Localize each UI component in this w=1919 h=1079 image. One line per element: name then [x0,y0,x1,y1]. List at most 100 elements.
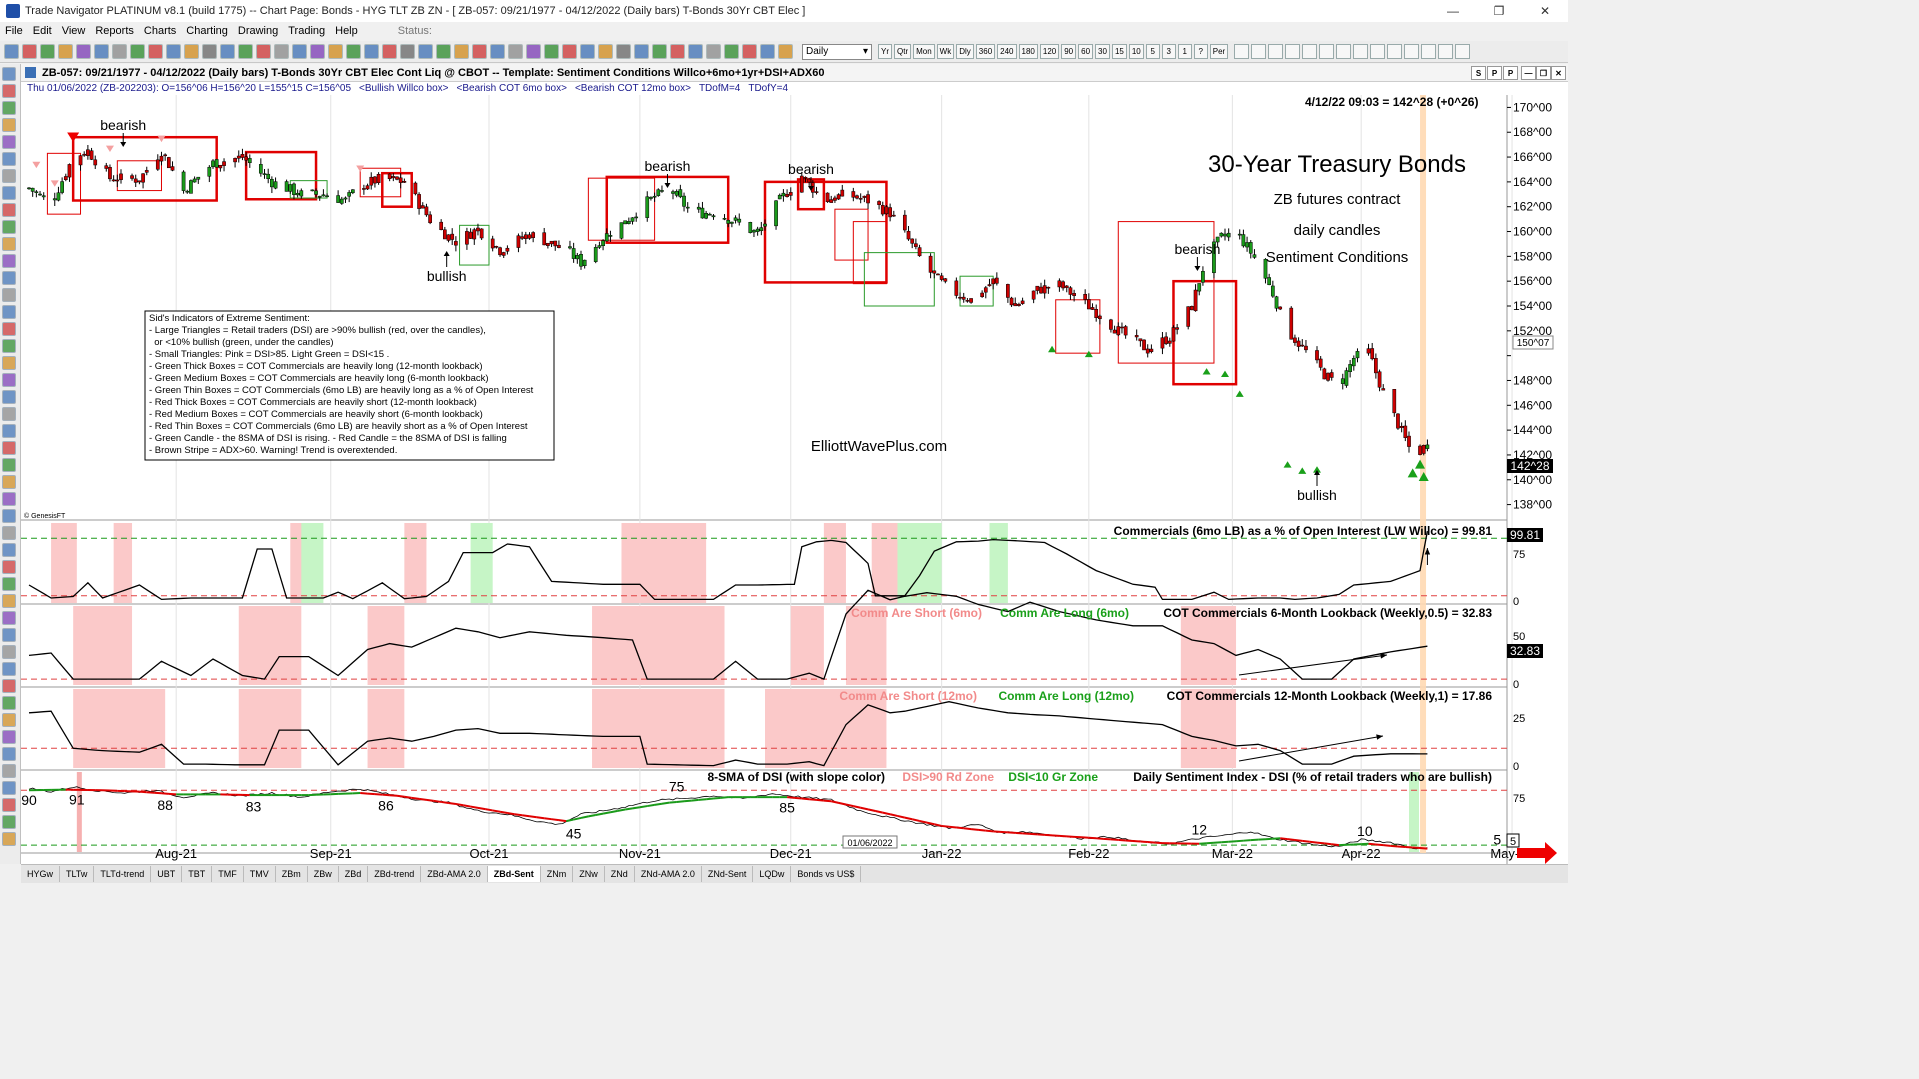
drawing-tool-icon[interactable] [2,288,16,302]
tab-zbd-trend[interactable]: ZBd-trend [368,866,422,882]
drawing-shortcut-icon[interactable] [1302,44,1318,59]
drawing-tool-icon[interactable] [2,135,16,149]
drawing-tool-icon[interactable] [2,543,16,557]
chart-close-button[interactable]: ✕ [1551,66,1566,80]
tab-tltw[interactable]: TLTw [60,866,95,882]
toolbar-tool-icon[interactable] [652,44,667,59]
drawing-shortcut-icon[interactable] [1268,44,1284,59]
drawing-tool-icon[interactable] [2,407,16,421]
drawing-tool-icon[interactable] [2,492,16,506]
drawing-tool-icon[interactable] [2,815,16,829]
toolbar-tool-icon[interactable] [94,44,109,59]
toolbar-tool-icon[interactable] [76,44,91,59]
tab-zbm[interactable]: ZBm [276,866,308,882]
drawing-tool-icon[interactable] [2,220,16,234]
toolbar-tool-icon[interactable] [724,44,739,59]
period-button[interactable]: 1 [1177,44,1192,59]
toolbar-tool-icon[interactable] [130,44,145,59]
toolbar-tool-icon[interactable] [184,44,199,59]
period-button[interactable]: 30 [1095,44,1110,59]
toolbar-tool-icon[interactable] [364,44,379,59]
drawing-tool-icon[interactable] [2,203,16,217]
menu-charts[interactable]: Charts [139,25,181,37]
toolbar-tool-icon[interactable] [670,44,685,59]
toolbar-tool-icon[interactable] [562,44,577,59]
toolbar-tool-icon[interactable] [148,44,163,59]
toolbar-tool-icon[interactable] [58,44,73,59]
drawing-tool-icon[interactable] [2,509,16,523]
drawing-tool-icon[interactable] [2,118,16,132]
toolbar-tool-icon[interactable] [238,44,253,59]
drawing-tool-icon[interactable] [2,730,16,744]
drawing-shortcut-icon[interactable] [1387,44,1403,59]
drawing-tool-icon[interactable] [2,169,16,183]
toolbar-tool-icon[interactable] [202,44,217,59]
drawing-tool-icon[interactable] [2,645,16,659]
drawing-tool-icon[interactable] [2,577,16,591]
menu-drawing[interactable]: Drawing [233,25,283,37]
tab-zbd-ama-2-0[interactable]: ZBd-AMA 2.0 [421,866,488,882]
menu-reports[interactable]: Reports [90,25,139,37]
toolbar-tool-icon[interactable] [742,44,757,59]
drawing-tool-icon[interactable] [2,764,16,778]
drawing-shortcut-icon[interactable] [1404,44,1420,59]
toolbar-tool-icon[interactable] [40,44,55,59]
tab-znd-ama-2-0[interactable]: ZNd-AMA 2.0 [635,866,702,882]
drawing-tool-icon[interactable] [2,339,16,353]
toolbar-tool-icon[interactable] [526,44,541,59]
period-select[interactable]: Daily ▾ [802,43,872,60]
tab-hygw[interactable]: HYGw [21,866,61,882]
drawing-tool-icon[interactable] [2,373,16,387]
tab-tmv[interactable]: TMV [244,866,276,882]
toolbar-tool-icon[interactable] [760,44,775,59]
drawing-tool-icon[interactable] [2,611,16,625]
drawing-tool-icon[interactable] [2,254,16,268]
drawing-tool-icon[interactable] [2,237,16,251]
menu-charting[interactable]: Charting [181,25,233,37]
drawing-tool-icon[interactable] [2,475,16,489]
drawing-tool-icon[interactable] [2,594,16,608]
drawing-shortcut-icon[interactable] [1319,44,1335,59]
toolbar-tool-icon[interactable] [310,44,325,59]
tab-ubt[interactable]: UBT [151,866,183,882]
toolbar-tool-icon[interactable] [472,44,487,59]
drawing-tool-icon[interactable] [2,356,16,370]
drawing-tool-icon[interactable] [2,662,16,676]
drawing-tool-icon[interactable] [2,322,16,336]
toolbar-tool-icon[interactable] [112,44,127,59]
toolbar-tool-icon[interactable] [508,44,523,59]
period-button[interactable]: Dly [956,44,974,59]
header-button-p2[interactable]: P [1503,66,1518,80]
toolbar-tool-icon[interactable] [706,44,721,59]
drawing-tool-icon[interactable] [2,832,16,846]
chart-area[interactable]: bearish bullish bearish bearish bearish bulli… [21,95,1568,864]
tab-zbw[interactable]: ZBw [308,866,339,882]
toolbar-tool-icon[interactable] [274,44,289,59]
drawing-tool-icon[interactable] [2,84,16,98]
drawing-tool-icon[interactable] [2,67,16,81]
period-button[interactable]: Mon [913,44,935,59]
drawing-tool-icon[interactable] [2,441,16,455]
tab-lqdw[interactable]: LQDw [753,866,792,882]
header-button-p[interactable]: P [1487,66,1502,80]
toolbar-tool-icon[interactable] [544,44,559,59]
drawing-shortcut-icon[interactable] [1234,44,1250,59]
toolbar-tool-icon[interactable] [634,44,649,59]
drawing-tool-icon[interactable] [2,152,16,166]
drawing-tool-icon[interactable] [2,101,16,115]
tab-tmf[interactable]: TMF [212,866,244,882]
drawing-tool-icon[interactable] [2,305,16,319]
chart-restore-button[interactable]: ❐ [1536,66,1551,80]
period-button[interactable]: 120 [1039,44,1060,59]
toolbar-tool-icon[interactable] [616,44,631,59]
tab-znm[interactable]: ZNm [541,866,574,882]
toolbar-tool-icon[interactable] [400,44,415,59]
toolbar-tool-icon[interactable] [490,44,505,59]
minimize-button[interactable]: — [1430,0,1476,22]
toolbar-tool-icon[interactable] [220,44,235,59]
period-button[interactable]: 360 [975,44,996,59]
drawing-tool-icon[interactable] [2,271,16,285]
drawing-tool-icon[interactable] [2,798,16,812]
tab-znw[interactable]: ZNw [573,866,605,882]
drawing-tool-icon[interactable] [2,713,16,727]
